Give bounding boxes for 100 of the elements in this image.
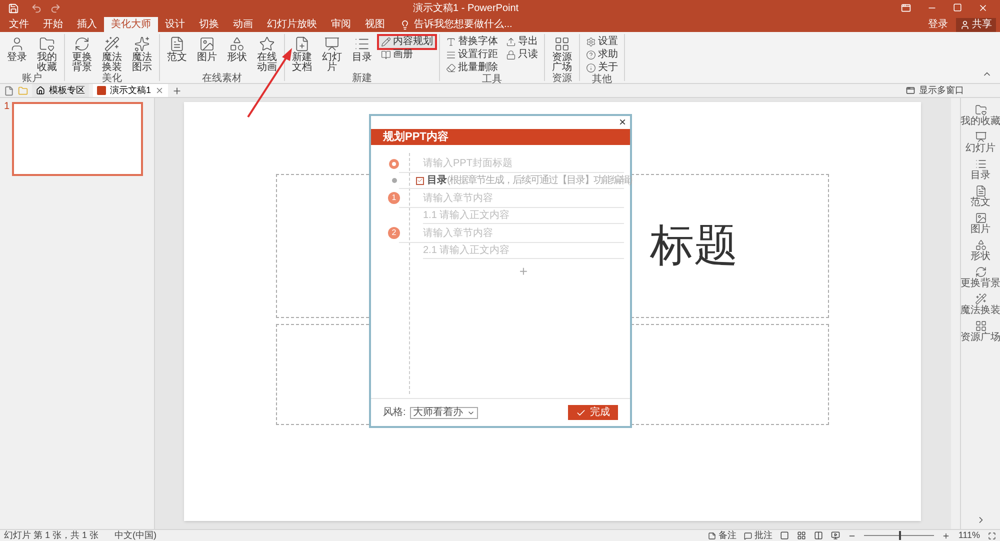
toc-checkbox[interactable] (416, 176, 424, 184)
close-icon[interactable] (978, 3, 988, 13)
ribbon-tab[interactable]: 设计 (158, 17, 192, 32)
slide-title: 标题 (650, 220, 738, 272)
group-label: 账户 (21, 73, 43, 84)
side-panel-button[interactable]: 形状 (970, 239, 990, 262)
share-button[interactable]: 共享 (956, 18, 996, 32)
ribbon-button[interactable]: 画册 (379, 49, 435, 61)
wand-icon (104, 36, 120, 52)
ribbon-button[interactable]: 图片 (194, 36, 220, 73)
ribbon-button[interactable]: 魔法图示 (129, 36, 155, 73)
slides-icon (324, 36, 340, 52)
folder-heart-icon (974, 104, 986, 116)
ribbon-button[interactable]: 在线动画 (254, 36, 280, 73)
save-icon[interactable] (8, 2, 19, 14)
ribbon-button[interactable]: 关于 (584, 62, 620, 74)
ribbon-button[interactable]: 我的收藏 (34, 36, 60, 73)
dialog-title: 规划PPT内容 (383, 130, 448, 145)
document-tab[interactable]: 演示文稿1 (93, 84, 168, 97)
ribbon-button[interactable]: 只读 (504, 49, 540, 61)
slide-thumbnail[interactable] (12, 102, 143, 176)
comments-button[interactable]: 批注 (744, 528, 772, 541)
ribbon-tab[interactable]: 开始 (36, 17, 70, 32)
window-title: 演示文稿1 - PowerPoint (413, 2, 519, 16)
ribbon-button[interactable]: 范文 (164, 36, 190, 73)
help-icon (586, 50, 596, 60)
ribbon-button[interactable]: 目录 (349, 36, 375, 73)
ribbon-tab[interactable]: 审阅 (324, 17, 358, 32)
ribbon-button[interactable]: 资源广场 (549, 36, 575, 73)
ribbon-tab[interactable]: 视图 (358, 17, 392, 32)
close-button[interactable]: × (618, 116, 626, 129)
side-panel-button[interactable]: 目录 (970, 158, 990, 181)
sign-in-link[interactable]: 登录 (924, 17, 952, 32)
side-panel-button[interactable]: 范文 (970, 185, 990, 208)
scrollbar[interactable] (951, 98, 960, 529)
new-file-icon[interactable] (4, 86, 14, 96)
pencil-icon (381, 37, 391, 47)
notes-button[interactable]: 备注 (708, 528, 736, 541)
ribbon-tab[interactable]: 幻灯片放映 (260, 17, 324, 32)
side-panel-button[interactable]: 幻灯片 (966, 131, 996, 154)
group-label: 在线素材 (201, 73, 243, 84)
done-button[interactable]: 完成 (568, 405, 618, 420)
ribbon-tab[interactable]: 文件 (2, 17, 36, 32)
style-dropdown[interactable]: 大师看着办 (410, 406, 478, 418)
document-icon (974, 185, 986, 197)
group-label: 其他 (591, 74, 613, 85)
ribbon-button[interactable]: 更换背景 (69, 36, 95, 73)
ribbon-button[interactable]: 魔法换装 (99, 36, 125, 73)
ribbon-button[interactable]: 导出 (504, 36, 540, 48)
ribbon-button[interactable]: 替换字体 (444, 36, 500, 48)
normal-view-icon[interactable] (780, 531, 790, 540)
ribbon-button[interactable]: 幻灯片 (319, 36, 345, 73)
image-icon (199, 36, 215, 52)
new-file-icon (294, 36, 310, 52)
slideshow-icon[interactable] (831, 531, 840, 540)
ribbon-button[interactable]: 设置行距 (444, 49, 500, 61)
tell-me-field[interactable]: 告诉我您想要做什么... (414, 17, 512, 32)
style-label: 风格: (383, 406, 406, 420)
ribbon-button[interactable]: 批量删除 (444, 62, 500, 74)
side-panel-button[interactable]: 资源广场 (960, 320, 1000, 343)
maximize-icon[interactable] (953, 3, 962, 12)
group-label: 新建 (351, 73, 373, 84)
zoom-in-icon[interactable] (942, 532, 950, 540)
ribbon-button[interactable]: 设置 (584, 36, 620, 48)
side-panel-button[interactable]: 图片 (970, 212, 990, 235)
check-icon (417, 177, 423, 184)
sorter-view-icon[interactable] (797, 531, 806, 540)
info-icon (586, 63, 596, 73)
ribbon-tab[interactable]: 美化大师 (104, 17, 158, 32)
add-tab-icon[interactable] (172, 86, 182, 96)
ribbon-button[interactable]: 求助 (584, 49, 620, 61)
fit-slide-icon[interactable] (988, 532, 996, 540)
reading-view-icon[interactable] (814, 531, 824, 540)
side-panel-button[interactable]: 更换背景 (960, 266, 1000, 289)
zoom-level: 111% (958, 528, 980, 541)
ribbon-tab[interactable]: 切换 (192, 17, 226, 32)
ribbon-button[interactable]: 新建文档 (289, 36, 315, 73)
ribbon-tab[interactable]: 插入 (70, 17, 104, 32)
language: 中文(中国) (114, 528, 157, 541)
redo-icon[interactable] (50, 2, 61, 14)
refresh-icon (974, 266, 986, 278)
side-panel-button[interactable]: 魔法换装 (960, 293, 1000, 316)
ribbon-button[interactable]: 登录 (4, 36, 30, 73)
grid-icon (974, 320, 986, 332)
show-windows-button[interactable]: 显示多窗口 (906, 84, 964, 98)
check-icon (576, 408, 586, 418)
ribbon-options-icon[interactable] (901, 3, 911, 13)
document-icon (169, 36, 185, 52)
undo-icon[interactable] (31, 2, 42, 14)
close-tab-icon[interactable] (155, 86, 164, 95)
document-tab[interactable]: 模板专区 (32, 84, 89, 97)
slides-icon (974, 131, 986, 143)
eraser-icon (446, 63, 456, 73)
line-spacing-icon (446, 50, 456, 60)
image-icon (974, 212, 986, 224)
ribbon-tab[interactable]: 动画 (226, 17, 260, 32)
ribbon-button[interactable]: 内容规划 (379, 36, 435, 48)
side-panel-button[interactable]: 我的收藏 (960, 104, 1000, 127)
ribbon-button[interactable]: 形状 (224, 36, 250, 73)
settings-icon (586, 37, 596, 47)
